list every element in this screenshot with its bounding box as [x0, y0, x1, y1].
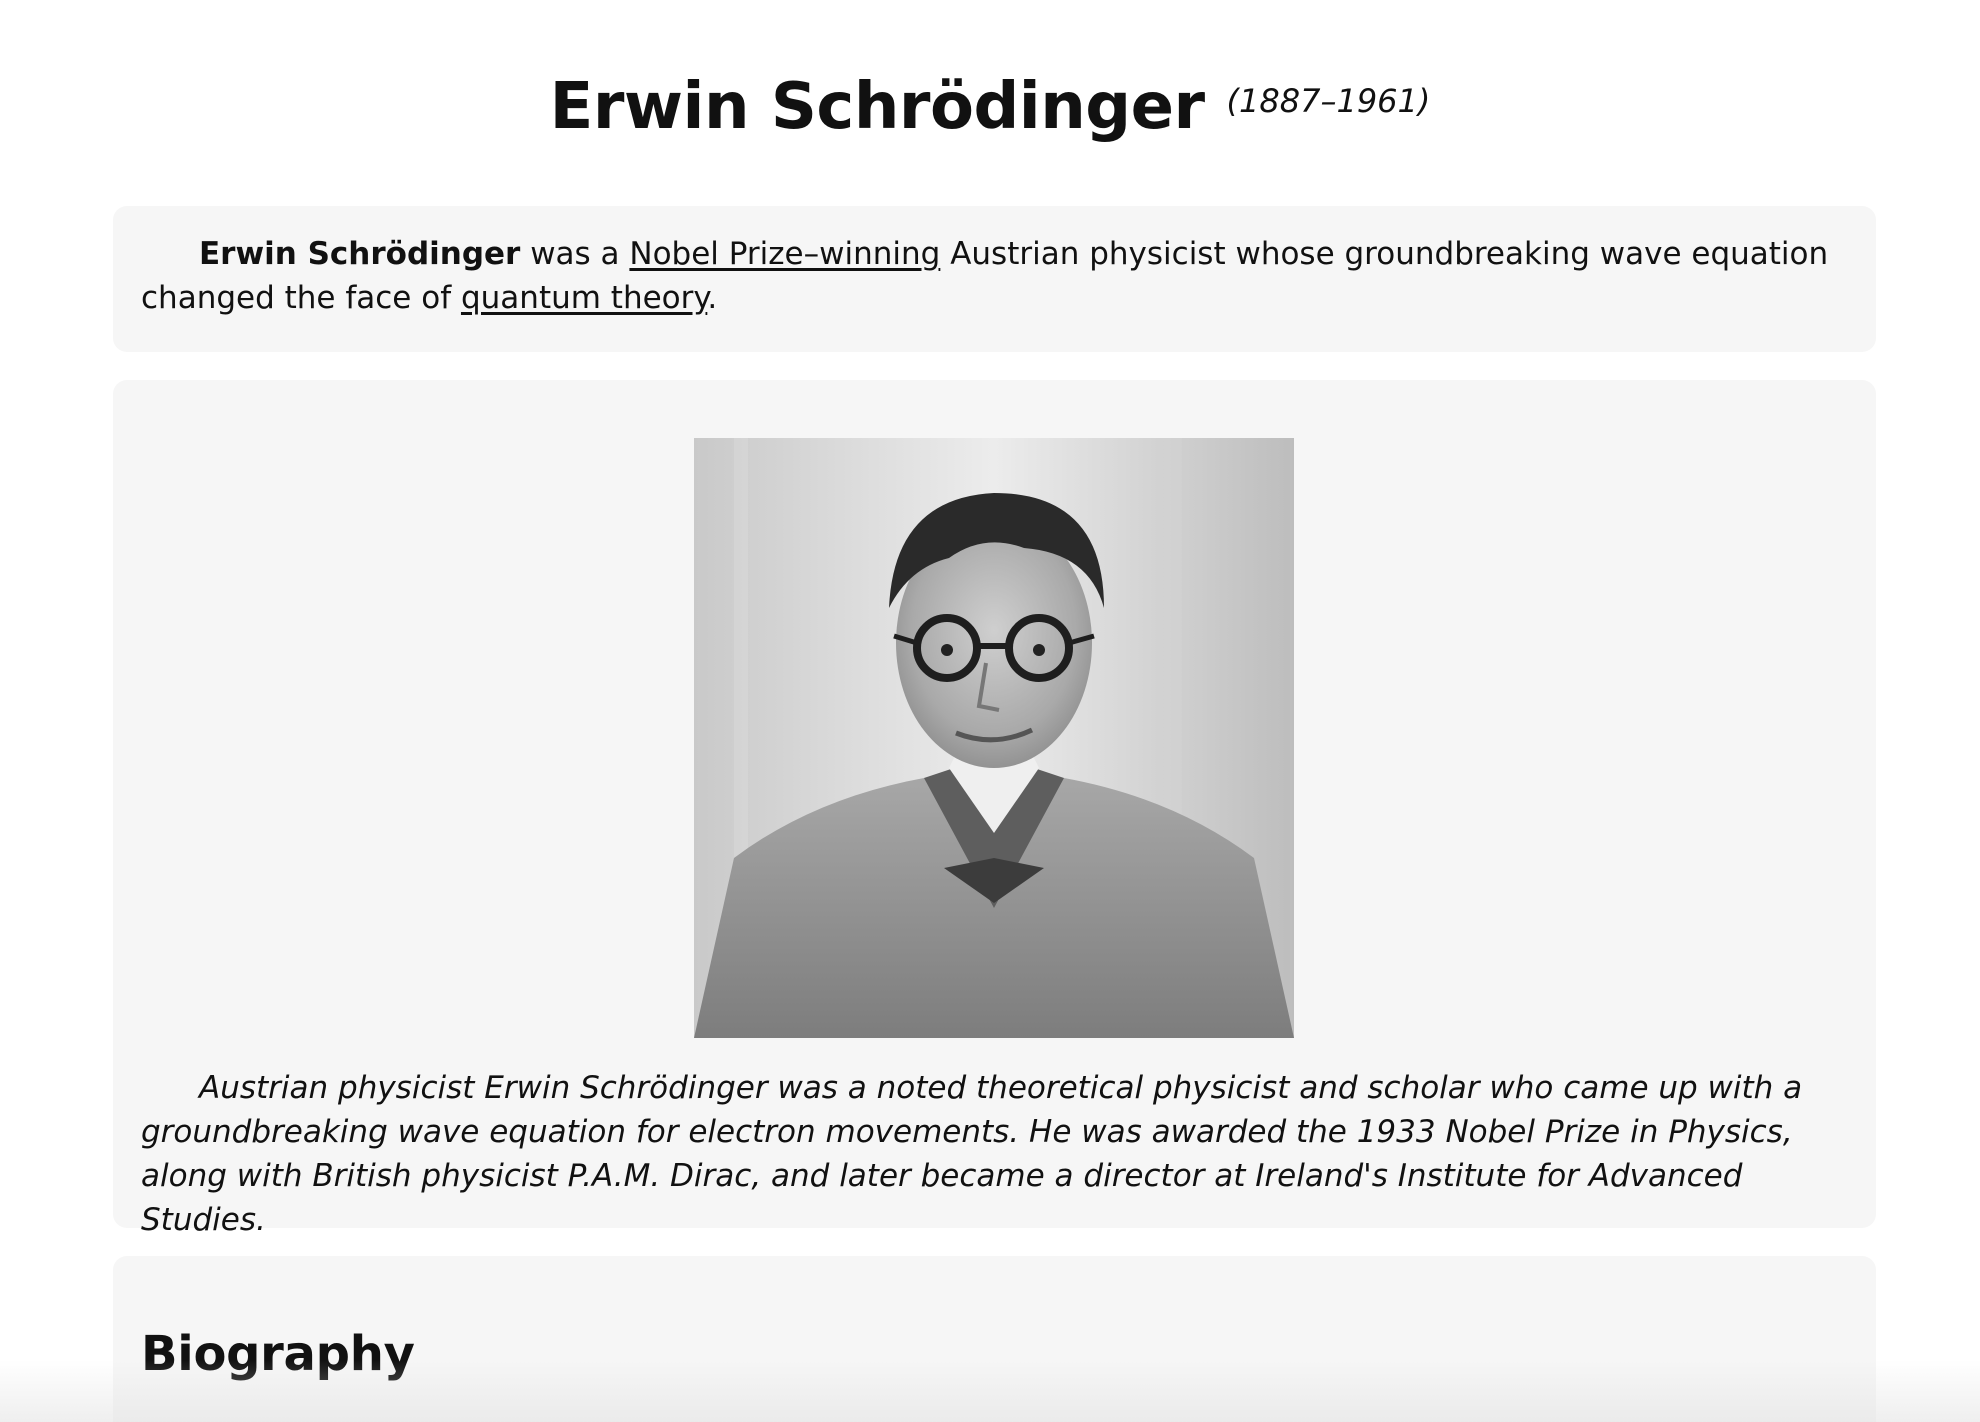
- intro-name: Erwin Schrödinger: [199, 236, 521, 272]
- photo-caption: Austrian physicist Erwin Schrödinger was…: [141, 1070, 1803, 1238]
- biography-heading: Biography: [141, 1326, 415, 1382]
- intro-text-3: .: [707, 280, 718, 316]
- page-title: Erwin Schrödinger: [549, 70, 1205, 144]
- page-header: Erwin Schrödinger (1887–1961): [0, 70, 1980, 144]
- quantum-theory-link[interactable]: quantum theory: [461, 280, 707, 316]
- life-dates: (1887–1961): [1226, 82, 1431, 120]
- intro-card: Erwin Schrödinger was a Nobel Prize–winn…: [113, 206, 1876, 352]
- photo-card: Austrian physicist Erwin Schrödinger was…: [113, 380, 1876, 1238]
- portrait-photo: [694, 438, 1294, 1038]
- intro-paragraph: Erwin Schrödinger was a Nobel Prize–winn…: [141, 232, 1848, 320]
- intro-text-1: was a: [520, 236, 630, 272]
- biography-card: Biography: [113, 1256, 1876, 1422]
- nobel-prize-link[interactable]: Nobel Prize–winning: [629, 236, 940, 272]
